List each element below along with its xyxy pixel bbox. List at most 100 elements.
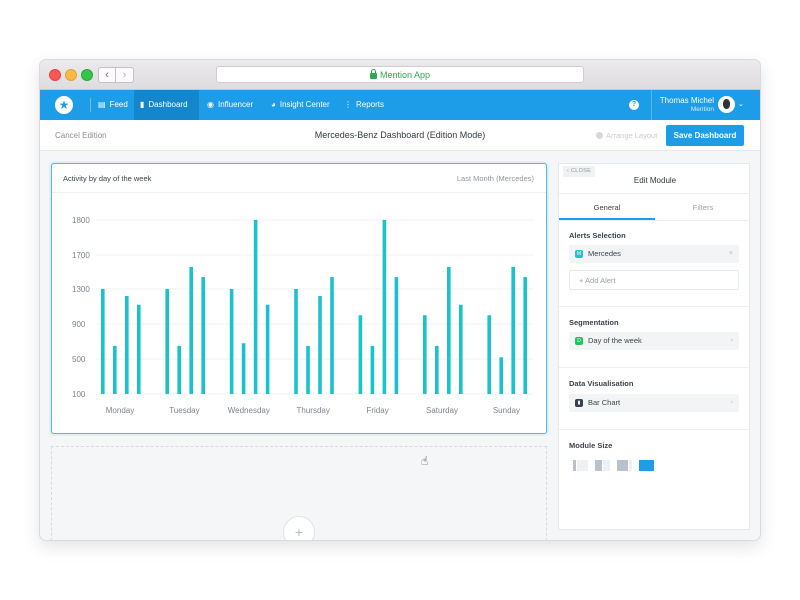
nav-item-dashboard[interactable]: ▮ Dashboard [134,90,199,120]
browser-window: ‹ › Mention App ★ ▤ Feed ▮ Dashboard ◉ Infl… [40,60,760,540]
chart-bar [459,304,463,394]
save-dashboard-button[interactable]: Save Dashboard [666,125,744,146]
module-size-label: Module Size [569,441,613,450]
chart-bar [330,277,334,394]
segmentation-label: Segmentation [569,318,619,327]
chart-bar [435,345,439,394]
avatar[interactable] [718,96,735,113]
arrange-layout-button[interactable]: Arrange Layout [596,131,657,140]
chart-bar [306,345,310,394]
chart-bar [125,296,129,394]
section-divider [559,429,751,430]
widget-title: Activity by day of the week [63,174,152,183]
address-bar[interactable]: Mention App [216,66,584,83]
add-alert-button[interactable]: + Add Alert [569,270,739,290]
user-organization: Mention [690,106,714,113]
y-tick-label: 1800 [72,216,90,225]
chart-bar [487,315,491,394]
add-module-button[interactable]: + [283,516,315,540]
chart-bar [499,357,503,394]
chart-bar [229,289,234,394]
panel-title: Edit Module [633,176,677,185]
section-divider [559,306,751,307]
chevron-right-icon: › [730,337,733,344]
remove-alert-icon[interactable]: × [729,245,733,263]
browser-titlebar: ‹ › Mention App [40,60,760,90]
close-window-button[interactable] [49,69,61,81]
chevron-right-icon: › [730,399,733,406]
nav-item-feed[interactable]: ▤ Feed [92,90,134,120]
size-option-3[interactable] [617,460,632,471]
chart-bar [370,345,375,394]
bar-chart-icon: ▮ [575,399,583,407]
tab-filters[interactable]: Filters [655,203,751,220]
visualisation-select[interactable]: ▮ Bar Chart › [569,394,739,412]
forward-button[interactable]: › [116,67,134,83]
zoom-window-button[interactable] [81,69,93,81]
back-button[interactable]: ‹ [98,67,116,83]
data-visualisation-label: Data Visualisation [569,379,634,388]
widget-divider [52,192,546,193]
feed-icon: ▤ [98,100,106,109]
chart-bar [294,289,298,394]
hand-cursor-icon: ☝ [421,454,429,468]
chart-bar [358,315,363,394]
chart-bar [113,345,117,394]
segmentation-select[interactable]: D Day of the week › [569,332,739,350]
dashboard-icon: ▮ [140,100,145,109]
chevron-right-icon: › [122,69,127,81]
chart-bar [394,277,399,394]
address-text: Mention App [379,70,431,80]
star-logo-icon[interactable]: ★ [55,96,73,114]
help-icon[interactable]: ? [629,100,639,110]
influencer-icon: ◉ [207,100,214,109]
edit-toolbar: Cancel Edition Mercedes-Benz Dashboard (… [40,120,760,151]
chart-bar [253,220,258,394]
nav-item-reports[interactable]: ⋮ Reports [338,90,388,120]
chevron-left-icon: ‹ [105,69,109,81]
section-divider [559,367,751,368]
x-tick-label: Wednesday [228,406,270,415]
size-option-1[interactable] [573,460,588,471]
lock-icon [369,69,377,79]
chart-bar [165,289,169,394]
user-menu[interactable]: Thomas Michel Mention [652,96,714,114]
chart-bar [447,266,451,394]
y-tick-label: 1300 [72,285,90,294]
y-tick-label: 500 [72,355,86,364]
x-tick-label: Saturday [426,406,458,415]
nav-item-insight-center[interactable]: ◕ Insight Center [265,90,337,120]
panel-divider [559,193,751,194]
x-tick-label: Thursday [297,406,330,415]
alert-chip-mercedes[interactable]: M Mercedes × [569,245,739,263]
size-option-4[interactable] [639,460,654,471]
chart-bar [189,266,193,394]
activity-bar-chart: 1800 1700 1300 900 500 100 Monday Tuesday Wednes… [72,216,534,415]
reports-icon: ⋮ [344,100,352,109]
y-tick-label: 900 [72,320,86,329]
arrange-icon [596,132,603,139]
cancel-edition-link[interactable]: Cancel Edition [55,131,107,140]
chevron-down-icon[interactable]: ⌄ [738,100,744,108]
nav-divider [90,98,91,112]
segmentation-badge-icon: D [575,337,583,345]
chart-bar [318,296,322,394]
minimize-window-button[interactable] [65,69,77,81]
alert-badge-icon: M [575,250,583,258]
chart-bar [511,266,515,394]
insight-icon: ◕ [271,100,276,109]
activity-widget[interactable]: Activity by day of the week Last Month (… [51,163,547,434]
y-tick-label: 100 [72,390,86,399]
x-tick-label: Friday [366,406,388,415]
y-tick-label: 1700 [72,251,90,260]
tabs-divider [559,220,751,221]
alerts-selection-label: Alerts Selection [569,231,626,240]
edit-module-panel: ‹ CLOSE Edit Module General Filters Aler… [558,163,751,530]
tab-general[interactable]: General [559,203,655,220]
size-option-2[interactable] [595,460,610,471]
x-tick-label: Tuesday [169,406,199,415]
nav-item-influencer[interactable]: ◉ Influencer [201,90,261,120]
chart-bar [523,277,527,394]
widget-range-label: Last Month (Mercedes) [456,174,534,183]
chart-bar [101,289,105,394]
